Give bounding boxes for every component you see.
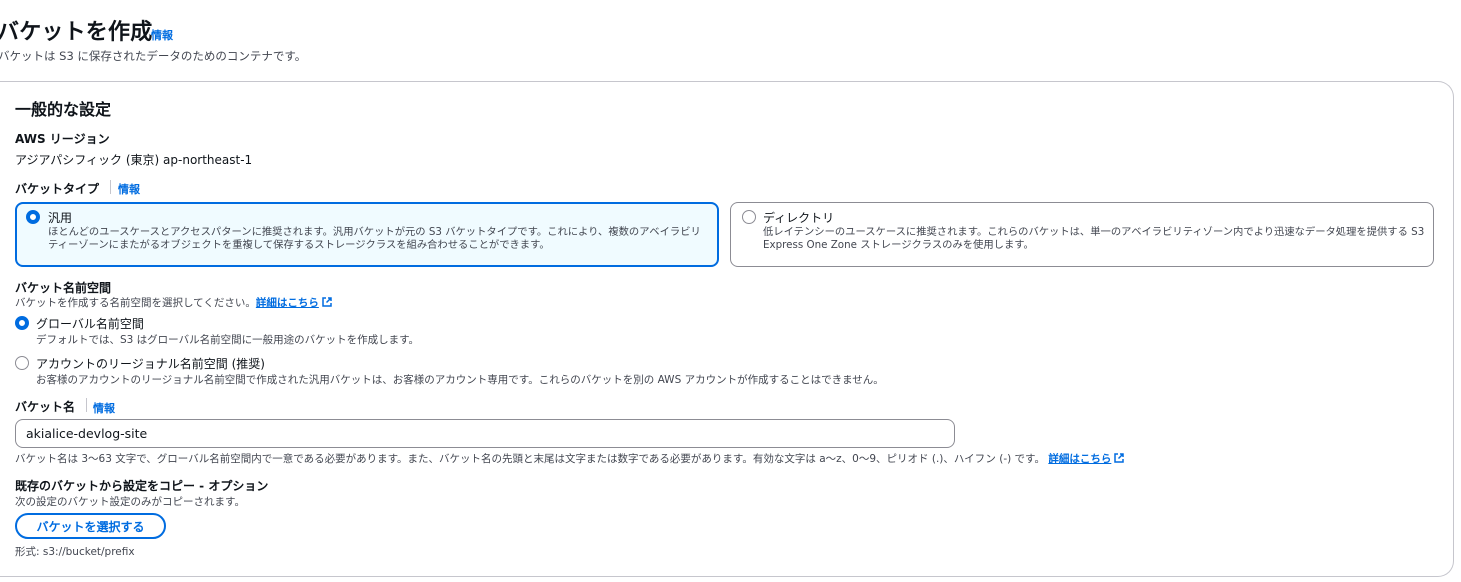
bucket-type-label: バケットタイプ — [15, 182, 100, 196]
bucket-name-learn-more-link[interactable]: 詳細はこちら — [1048, 453, 1111, 465]
page-title: バケットを作成 — [0, 20, 153, 45]
namespace-regional-title[interactable]: アカウントのリージョナル名前空間 (推奨) — [36, 355, 265, 372]
namespace-global-radio[interactable] — [15, 316, 29, 330]
bucket-type-general-radio[interactable] — [26, 210, 40, 224]
namespace-description: バケットを作成する名前空間を選択してください。詳細はこちら — [15, 295, 332, 310]
namespace-global-title[interactable]: グローバル名前空間 — [36, 315, 144, 332]
select-bucket-button[interactable]: バケットを選択する — [15, 513, 166, 539]
external-link-icon — [1114, 453, 1125, 463]
bucket-type-general-desc: ほとんどのユースケースとアクセスパターンに推奨されます。汎用バケットが元の S3… — [48, 226, 701, 251]
copy-settings-desc: 次の設定のバケット設定のみがコピーされます。 — [15, 496, 245, 508]
namespace-global-desc: デフォルトでは、S3 はグローバル名前空間に一般用途のバケットを作成します。 — [36, 334, 420, 346]
bucket-type-directory-radio[interactable] — [742, 210, 756, 224]
namespace-label: バケット名前空間 — [15, 281, 112, 295]
bucket-name-info-link[interactable]: 情報 — [93, 400, 115, 416]
bucket-type-info-link[interactable]: 情報 — [118, 181, 140, 197]
region-value: アジアパシフィック (東京) ap-northeast-1 — [15, 153, 253, 167]
page-description: バケットは S3 に保存されたデータのためのコンテナです。 — [0, 49, 307, 63]
panel-title: 一般的な設定 — [15, 100, 112, 119]
namespace-regional-desc: お客様のアカウントのリージョナル名前空間で作成された汎用バケットは、お客様のアカ… — [36, 374, 884, 386]
bucket-type-separator — [110, 180, 111, 194]
bucket-type-general-title: 汎用 — [48, 211, 73, 225]
copy-format-hint: 形式: s3://bucket/prefix — [15, 546, 135, 558]
bucket-type-directory-title: ディレクトリ — [763, 211, 835, 225]
bucket-name-hint: バケット名は 3〜63 文字で、グローバル名前空間内で一意である必要があります。… — [15, 451, 1125, 466]
title-info-link[interactable]: 情報 — [151, 27, 173, 43]
namespace-regional-radio[interactable] — [15, 356, 29, 370]
bucket-name-input[interactable] — [15, 419, 955, 448]
external-link-icon — [322, 297, 332, 307]
namespace-learn-more-link[interactable]: 詳細はこちら — [256, 297, 319, 309]
bucket-type-directory-desc: 低レイテンシーのユースケースに推奨されます。これらのバケットは、単一のアベイラビ… — [763, 226, 1425, 251]
copy-settings-label: 既存のバケットから設定をコピー - オプション — [15, 479, 269, 493]
bucket-name-label: バケット名 — [15, 400, 76, 414]
bucket-name-separator — [86, 398, 87, 412]
region-label: AWS リージョン — [15, 132, 110, 146]
